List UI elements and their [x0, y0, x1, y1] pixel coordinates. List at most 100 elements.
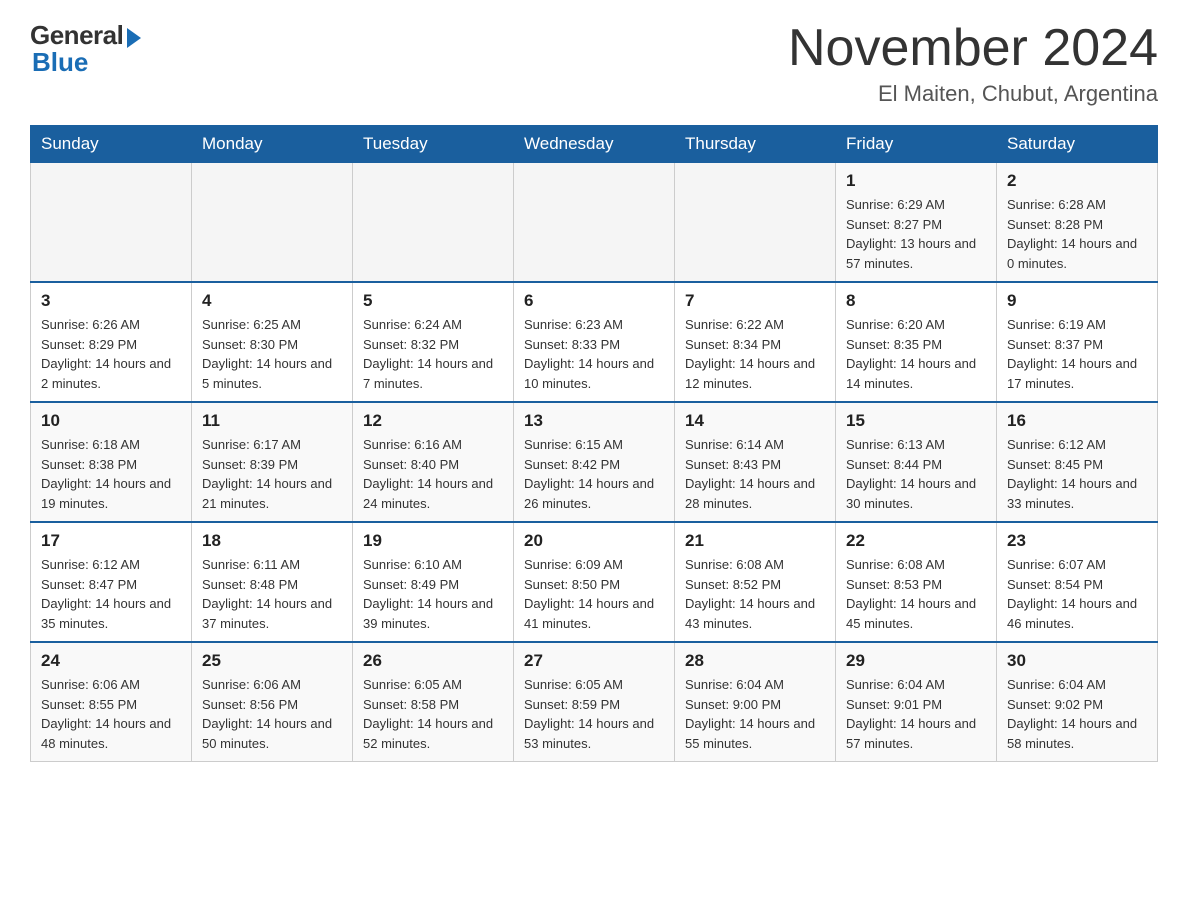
- table-row: 21 Sunrise: 6:08 AMSunset: 8:52 PMDayligh…: [675, 522, 836, 642]
- day-info: Sunrise: 6:06 AMSunset: 8:55 PMDaylight:…: [41, 675, 181, 753]
- col-monday: Monday: [192, 126, 353, 163]
- table-row: 25 Sunrise: 6:06 AMSunset: 8:56 PMDayligh…: [192, 642, 353, 762]
- day-info: Sunrise: 6:12 AMSunset: 8:47 PMDaylight:…: [41, 555, 181, 633]
- table-row: 7 Sunrise: 6:22 AMSunset: 8:34 PMDaylight…: [675, 282, 836, 402]
- day-info: Sunrise: 6:24 AMSunset: 8:32 PMDaylight:…: [363, 315, 503, 393]
- day-number: 7: [685, 291, 825, 311]
- day-number: 14: [685, 411, 825, 431]
- day-number: 10: [41, 411, 181, 431]
- day-number: 20: [524, 531, 664, 551]
- table-row: 22Sunrise: 6:08 AMSunset: 8:53 PMDayligh…: [836, 522, 997, 642]
- day-info: Sunrise: 6:04 AMSunset: 9:00 PMDaylight:…: [685, 675, 825, 753]
- day-number: 25: [202, 651, 342, 671]
- day-number: 29: [846, 651, 986, 671]
- day-info: Sunrise: 6:18 AMSunset: 8:38 PMDaylight:…: [41, 435, 181, 513]
- calendar-week-row: 24 Sunrise: 6:06 AMSunset: 8:55 PMDayligh…: [31, 642, 1158, 762]
- table-row: 1 Sunrise: 6:29 AMSunset: 8:27 PMDaylight…: [836, 163, 997, 283]
- table-row: 8 Sunrise: 6:20 AMSunset: 8:35 PMDaylight…: [836, 282, 997, 402]
- table-row: [192, 163, 353, 283]
- day-info: Sunrise: 6:28 AMSunset: 8:28 PMDaylight:…: [1007, 195, 1147, 273]
- table-row: 28 Sunrise: 6:04 AMSunset: 9:00 PMDayligh…: [675, 642, 836, 762]
- day-number: 1: [846, 171, 986, 191]
- table-row: 2 Sunrise: 6:28 AMSunset: 8:28 PMDaylight…: [997, 163, 1158, 283]
- day-number: 24: [41, 651, 181, 671]
- day-number: 22: [846, 531, 986, 551]
- day-info: Sunrise: 6:06 AMSunset: 8:56 PMDaylight:…: [202, 675, 342, 753]
- day-number: 3: [41, 291, 181, 311]
- calendar-week-row: 10 Sunrise: 6:18 AMSunset: 8:38 PMDayligh…: [31, 402, 1158, 522]
- table-row: 23 Sunrise: 6:07 AMSunset: 8:54 PMDayligh…: [997, 522, 1158, 642]
- header-right: November 2024 El Maiten, Chubut, Argenti…: [788, 20, 1158, 107]
- day-number: 30: [1007, 651, 1147, 671]
- calendar-table: Sunday Monday Tuesday Wednesday Thursday…: [30, 125, 1158, 762]
- day-info: Sunrise: 6:25 AMSunset: 8:30 PMDaylight:…: [202, 315, 342, 393]
- day-number: 28: [685, 651, 825, 671]
- day-number: 19: [363, 531, 503, 551]
- day-number: 13: [524, 411, 664, 431]
- location-subtitle: El Maiten, Chubut, Argentina: [788, 81, 1158, 107]
- table-row: 11 Sunrise: 6:17 AMSunset: 8:39 PMDayligh…: [192, 402, 353, 522]
- day-number: 17: [41, 531, 181, 551]
- day-number: 6: [524, 291, 664, 311]
- logo-blue-text: Blue: [32, 47, 88, 78]
- table-row: 12 Sunrise: 6:16 AMSunset: 8:40 PMDayligh…: [353, 402, 514, 522]
- month-title: November 2024: [788, 20, 1158, 77]
- col-saturday: Saturday: [997, 126, 1158, 163]
- day-info: Sunrise: 6:12 AMSunset: 8:45 PMDaylight:…: [1007, 435, 1147, 513]
- day-info: Sunrise: 6:13 AMSunset: 8:44 PMDaylight:…: [846, 435, 986, 513]
- day-info: Sunrise: 6:05 AMSunset: 8:59 PMDaylight:…: [524, 675, 664, 753]
- day-number: 21: [685, 531, 825, 551]
- day-number: 16: [1007, 411, 1147, 431]
- day-info: Sunrise: 6:20 AMSunset: 8:35 PMDaylight:…: [846, 315, 986, 393]
- day-info: Sunrise: 6:23 AMSunset: 8:33 PMDaylight:…: [524, 315, 664, 393]
- day-number: 26: [363, 651, 503, 671]
- day-info: Sunrise: 6:14 AMSunset: 8:43 PMDaylight:…: [685, 435, 825, 513]
- calendar-header-row: Sunday Monday Tuesday Wednesday Thursday…: [31, 126, 1158, 163]
- day-info: Sunrise: 6:09 AMSunset: 8:50 PMDaylight:…: [524, 555, 664, 633]
- table-row: 5 Sunrise: 6:24 AMSunset: 8:32 PMDaylight…: [353, 282, 514, 402]
- day-number: 4: [202, 291, 342, 311]
- day-number: 11: [202, 411, 342, 431]
- day-info: Sunrise: 6:04 AMSunset: 9:01 PMDaylight:…: [846, 675, 986, 753]
- day-info: Sunrise: 6:22 AMSunset: 8:34 PMDaylight:…: [685, 315, 825, 393]
- day-number: 5: [363, 291, 503, 311]
- table-row: 13Sunrise: 6:15 AMSunset: 8:42 PMDayligh…: [514, 402, 675, 522]
- logo-triangle-icon: [127, 28, 141, 48]
- col-sunday: Sunday: [31, 126, 192, 163]
- day-info: Sunrise: 6:10 AMSunset: 8:49 PMDaylight:…: [363, 555, 503, 633]
- day-number: 8: [846, 291, 986, 311]
- day-info: Sunrise: 6:17 AMSunset: 8:39 PMDaylight:…: [202, 435, 342, 513]
- day-info: Sunrise: 6:07 AMSunset: 8:54 PMDaylight:…: [1007, 555, 1147, 633]
- table-row: 3Sunrise: 6:26 AMSunset: 8:29 PMDaylight…: [31, 282, 192, 402]
- day-info: Sunrise: 6:04 AMSunset: 9:02 PMDaylight:…: [1007, 675, 1147, 753]
- day-number: 9: [1007, 291, 1147, 311]
- table-row: 19 Sunrise: 6:10 AMSunset: 8:49 PMDayligh…: [353, 522, 514, 642]
- day-info: Sunrise: 6:16 AMSunset: 8:40 PMDaylight:…: [363, 435, 503, 513]
- col-friday: Friday: [836, 126, 997, 163]
- logo: General Blue: [30, 20, 141, 78]
- col-wednesday: Wednesday: [514, 126, 675, 163]
- table-row: 17 Sunrise: 6:12 AMSunset: 8:47 PMDayligh…: [31, 522, 192, 642]
- table-row: 15Sunrise: 6:13 AMSunset: 8:44 PMDayligh…: [836, 402, 997, 522]
- table-row: 20 Sunrise: 6:09 AMSunset: 8:50 PMDayligh…: [514, 522, 675, 642]
- table-row: 24 Sunrise: 6:06 AMSunset: 8:55 PMDayligh…: [31, 642, 192, 762]
- table-row: 14 Sunrise: 6:14 AMSunset: 8:43 PMDayligh…: [675, 402, 836, 522]
- day-number: 23: [1007, 531, 1147, 551]
- table-row: 30 Sunrise: 6:04 AMSunset: 9:02 PMDayligh…: [997, 642, 1158, 762]
- day-number: 12: [363, 411, 503, 431]
- day-number: 27: [524, 651, 664, 671]
- table-row: 18Sunrise: 6:11 AMSunset: 8:48 PMDayligh…: [192, 522, 353, 642]
- table-row: 9 Sunrise: 6:19 AMSunset: 8:37 PMDaylight…: [997, 282, 1158, 402]
- day-info: Sunrise: 6:29 AMSunset: 8:27 PMDaylight:…: [846, 195, 986, 273]
- col-tuesday: Tuesday: [353, 126, 514, 163]
- day-info: Sunrise: 6:11 AMSunset: 8:48 PMDaylight:…: [202, 555, 342, 633]
- table-row: [31, 163, 192, 283]
- day-info: Sunrise: 6:19 AMSunset: 8:37 PMDaylight:…: [1007, 315, 1147, 393]
- day-info: Sunrise: 6:08 AMSunset: 8:52 PMDaylight:…: [685, 555, 825, 633]
- calendar-week-row: 3Sunrise: 6:26 AMSunset: 8:29 PMDaylight…: [31, 282, 1158, 402]
- day-number: 2: [1007, 171, 1147, 191]
- table-row: 10 Sunrise: 6:18 AMSunset: 8:38 PMDayligh…: [31, 402, 192, 522]
- table-row: 16 Sunrise: 6:12 AMSunset: 8:45 PMDayligh…: [997, 402, 1158, 522]
- table-row: 26Sunrise: 6:05 AMSunset: 8:58 PMDayligh…: [353, 642, 514, 762]
- calendar-week-row: 17 Sunrise: 6:12 AMSunset: 8:47 PMDayligh…: [31, 522, 1158, 642]
